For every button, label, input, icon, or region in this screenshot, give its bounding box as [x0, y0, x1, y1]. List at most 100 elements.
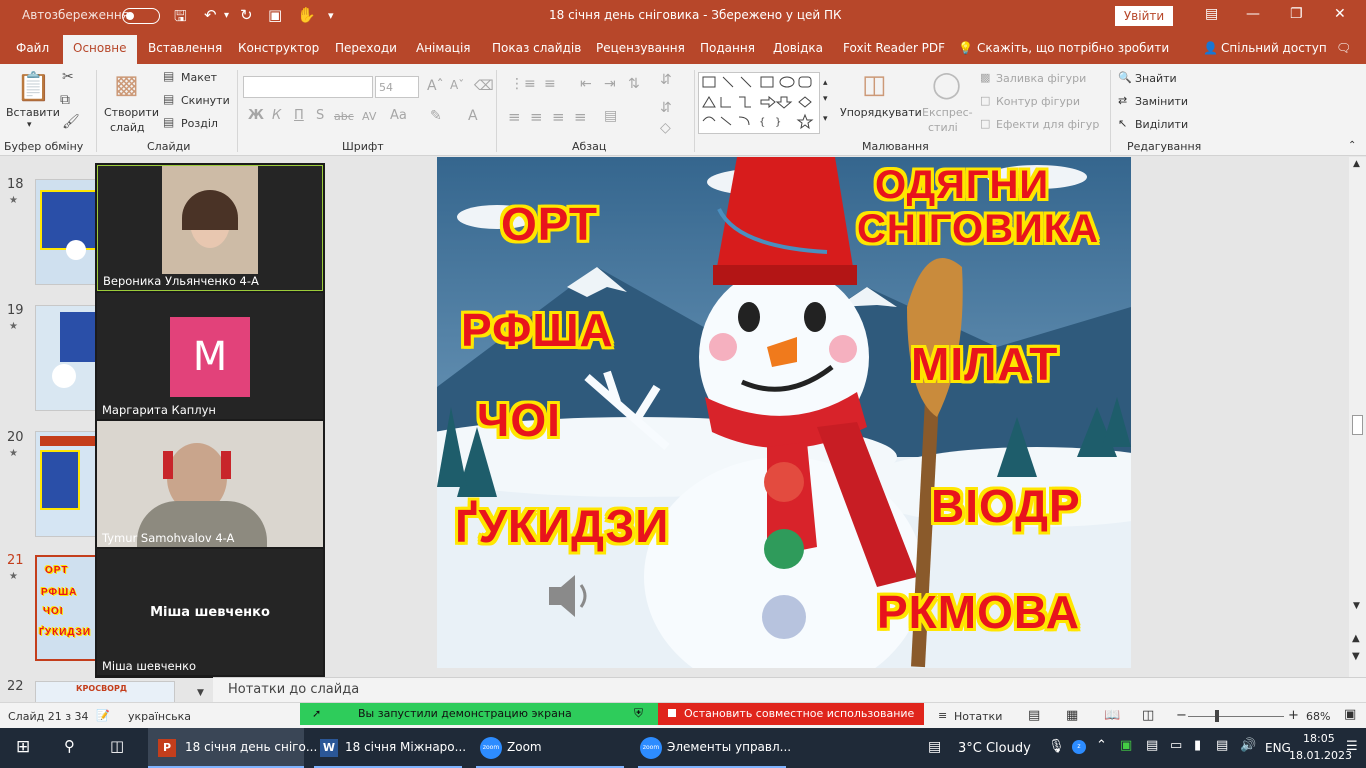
ribbon-display-icon[interactable]: ▤	[1205, 6, 1218, 22]
bullets-icon[interactable]: ⋮≡	[510, 76, 536, 92]
increase-indent-icon[interactable]: ⇥	[604, 76, 616, 92]
present-icon[interactable]: ▣	[268, 6, 282, 24]
align-right-icon[interactable]: ≡	[552, 108, 565, 126]
arrange-button[interactable]: Упорядкувати	[840, 106, 922, 119]
reset-button[interactable]: Скинути	[181, 94, 230, 107]
shapes-gallery[interactable]: {}	[698, 72, 820, 134]
prev-slide-icon[interactable]: ▲	[1352, 633, 1360, 644]
reading-view-icon[interactable]: 📖	[1104, 708, 1120, 723]
quick-styles-label-2[interactable]: стилі	[928, 121, 958, 134]
search-icon[interactable]: ⚲	[64, 737, 75, 755]
zoom-tray-icon[interactable]: z	[1072, 740, 1086, 754]
line-spacing-icon[interactable]: ⇅	[628, 76, 640, 92]
weather-text[interactable]: 3°C Cloudy	[958, 741, 1031, 756]
touch-mode-icon[interactable]: ✋	[297, 6, 316, 24]
tab-help[interactable]: Довідка	[773, 41, 823, 55]
highlight-icon[interactable]: ✎	[430, 108, 442, 124]
normal-view-icon[interactable]: ▤	[1028, 708, 1040, 723]
underline-button[interactable]: П	[294, 108, 304, 123]
tab-insert[interactable]: Вставлення	[148, 41, 222, 55]
paste-label[interactable]: Вставити	[6, 106, 60, 119]
decrease-indent-icon[interactable]: ⇤	[580, 76, 592, 92]
audio-icon[interactable]	[543, 571, 591, 621]
tab-view[interactable]: Подання	[700, 41, 755, 55]
clock-time[interactable]: 18:05	[1303, 732, 1335, 745]
undo-dropdown-icon[interactable]: ▾	[224, 10, 229, 21]
thumb-scroll-down-icon[interactable]: ▼	[197, 688, 204, 698]
restore-button[interactable]: ❐	[1290, 6, 1303, 22]
scroll-thumb[interactable]	[1352, 415, 1363, 435]
stop-share-button[interactable]: Остановить совместное использование	[658, 703, 924, 725]
windows-start-icon[interactable]: ⊞	[16, 737, 30, 757]
language-indicator[interactable]: українська	[128, 710, 191, 723]
minimize-button[interactable]: —	[1246, 6, 1260, 22]
battery-icon[interactable]: ▮	[1194, 738, 1201, 753]
font-color-icon[interactable]: A	[468, 108, 478, 124]
customize-toolbar-icon[interactable]: ▾	[328, 9, 334, 22]
notes-button[interactable]: Нотатки	[954, 710, 1002, 723]
zoom-out-icon[interactable]: −	[1176, 708, 1187, 723]
fit-to-window-icon[interactable]: ▣	[1344, 707, 1356, 722]
italic-button[interactable]: К	[272, 108, 281, 123]
comments-icon[interactable]: 🗨	[1336, 41, 1351, 55]
sign-in-button[interactable]: Увійти	[1115, 6, 1173, 26]
zoom-slider-thumb[interactable]	[1215, 710, 1219, 722]
close-button[interactable]: ✕	[1334, 6, 1346, 22]
find-button[interactable]: Знайти	[1135, 72, 1177, 85]
strikethrough-button[interactable]: abc	[334, 110, 354, 123]
shape-effects-button[interactable]: Ефекти для фігур	[996, 118, 1099, 131]
layout-button[interactable]: Макет	[181, 71, 217, 84]
shape-fill-button[interactable]: Заливка фігури	[996, 72, 1086, 85]
tab-design[interactable]: Конструктор	[238, 41, 319, 55]
weather-icon[interactable]: ▤	[928, 739, 941, 755]
select-button[interactable]: Виділити	[1135, 118, 1188, 131]
smartart-icon[interactable]: ◇	[660, 120, 671, 136]
tray-chevron-icon[interactable]: ⌃	[1096, 738, 1107, 753]
shadow-icon[interactable]: S	[316, 108, 324, 123]
tab-file[interactable]: Файл	[16, 41, 49, 55]
new-slide-label-2[interactable]: слайд	[110, 121, 145, 134]
share-icon[interactable]: 👤	[1203, 41, 1218, 55]
increase-font-icon[interactable]: Aˆ	[427, 78, 444, 94]
quick-styles-label-1[interactable]: Експрес-	[922, 106, 973, 119]
taskbar-app-zoom[interactable]: zoom Zoom	[472, 728, 628, 768]
clock-date[interactable]: 18.01.2023	[1289, 749, 1352, 762]
justify-icon[interactable]: ≡	[574, 108, 587, 126]
format-painter-icon[interactable]: 🖌	[62, 114, 80, 130]
arrange-icon[interactable]: ◫	[862, 70, 887, 100]
tab-foxit[interactable]: Foxit Reader PDF	[843, 41, 945, 55]
tab-slideshow[interactable]: Показ слайдів	[492, 41, 581, 55]
zoom-slider[interactable]	[1188, 716, 1284, 717]
new-slide-icon[interactable]: ▩	[114, 70, 139, 100]
slide-scrollbar[interactable]: ▲ ▼ ▲ ▼	[1349, 157, 1366, 677]
tab-home[interactable]: Основне	[63, 35, 137, 64]
slide-sorter-icon[interactable]: ▦	[1066, 708, 1078, 723]
bold-button[interactable]: Ж	[248, 108, 264, 123]
taskbar-app-zoom-controls[interactable]: zoom Элементы управл...	[634, 728, 791, 768]
tray-monitor-icon[interactable]: ▭	[1170, 738, 1182, 753]
section-button[interactable]: Розділ	[181, 117, 218, 130]
clear-formatting-icon[interactable]: ⌫	[474, 78, 494, 94]
participant-tile[interactable]: М Маргарита Каплун	[97, 293, 323, 419]
tell-me-icon[interactable]: 💡	[958, 41, 973, 55]
gallery-more-icon[interactable]: ▾	[823, 114, 828, 124]
paste-icon[interactable]: 📋	[16, 70, 51, 103]
tray-folder-icon[interactable]: ▤	[1146, 738, 1158, 753]
font-family-input[interactable]	[243, 76, 373, 98]
share-button[interactable]: Спільний доступ	[1221, 41, 1327, 55]
notifications-icon[interactable]: ☰	[1346, 739, 1358, 754]
undo-icon[interactable]: ↶	[204, 6, 217, 24]
stop-share-label[interactable]: Остановить совместное использование	[684, 707, 914, 720]
notes-pane[interactable]: Нотатки до слайда	[213, 677, 1366, 702]
font-size-input[interactable]: 54	[375, 76, 419, 98]
numbering-icon[interactable]: ≡	[544, 76, 556, 92]
tab-transitions[interactable]: Переходи	[335, 41, 397, 55]
zoom-sharing-banner[interactable]: ➚ Вы запустили демонстрацию экрана ⛨	[300, 703, 658, 725]
next-slide-icon[interactable]: ▼	[1352, 651, 1360, 662]
notes-placeholder[interactable]: Нотатки до слайда	[228, 682, 359, 697]
tab-review[interactable]: Рецензування	[596, 41, 685, 55]
align-left-icon[interactable]: ≡	[508, 108, 521, 126]
scroll-down-icon[interactable]: ▼	[1353, 601, 1360, 611]
taskbar-app-word[interactable]: W 18 січня Міжнаро...	[310, 728, 466, 768]
save-icon[interactable]: 🖫	[174, 6, 187, 31]
